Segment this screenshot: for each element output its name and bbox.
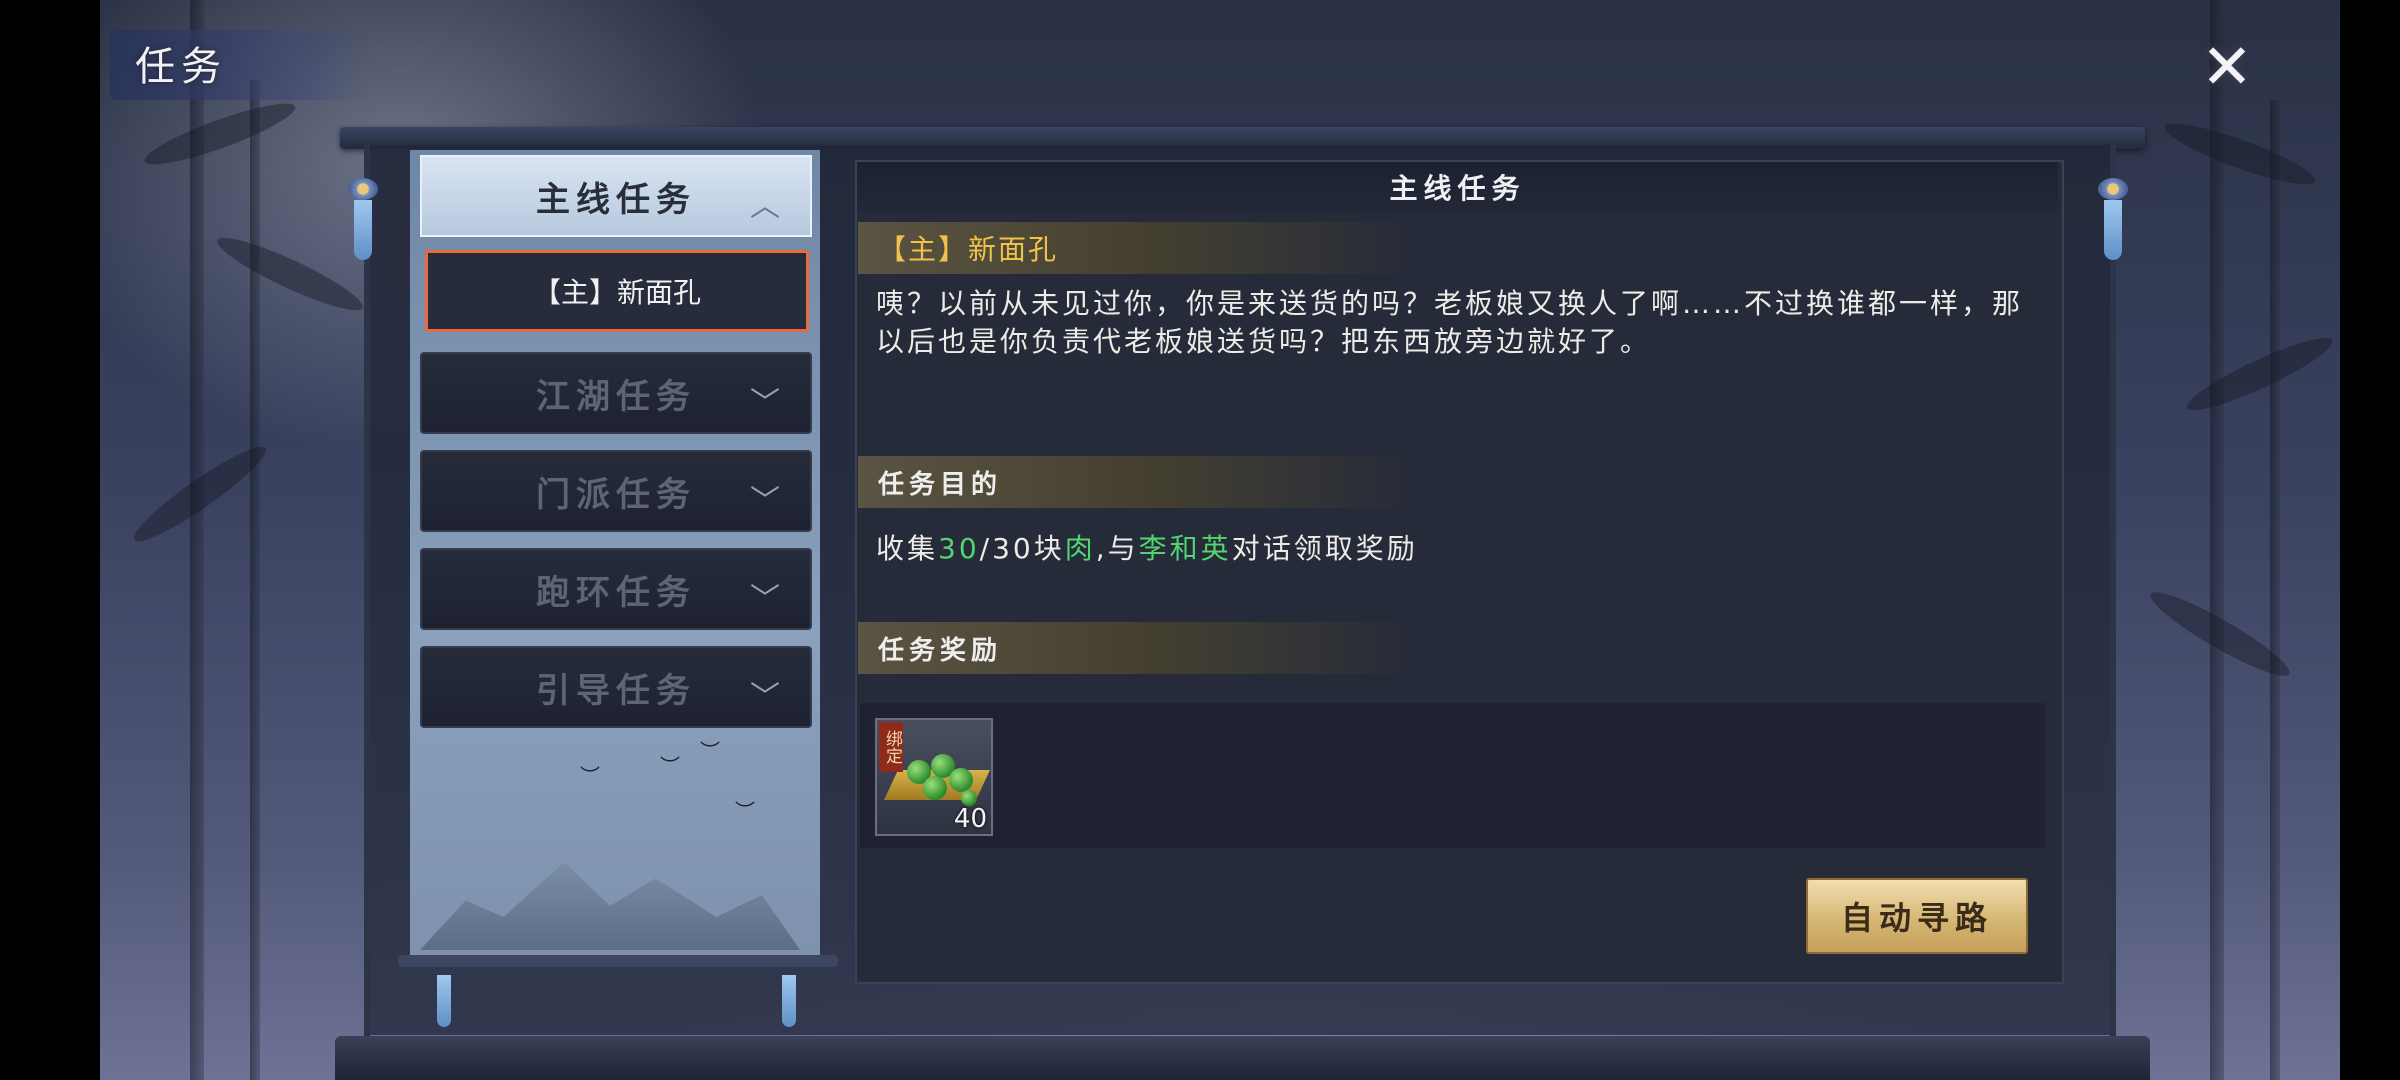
- quest-detail-panel: [855, 160, 2064, 984]
- scroll-frame-bottom: [335, 1036, 2150, 1080]
- objective-item: 肉: [1064, 532, 1096, 565]
- page-title: 任务: [135, 44, 227, 90]
- tassel-icon: [2104, 200, 2122, 260]
- chevron-down-icon: ﹀: [750, 680, 780, 715]
- tassel-icon: [354, 200, 372, 260]
- bird-icon: ︶: [700, 739, 720, 763]
- chevron-up-icon: ︿: [750, 189, 780, 224]
- scroll-rail: [398, 955, 838, 967]
- chevron-down-icon: ﹀: [750, 386, 780, 421]
- reward-heading: 任务奖励: [858, 622, 1418, 674]
- tab-label: 江湖任务: [536, 376, 696, 417]
- detail-header: 主线任务: [857, 162, 2058, 212]
- reward-area: [860, 703, 2045, 848]
- tab-label: 主线任务: [536, 179, 696, 220]
- tab-label: 跑环任务: [536, 572, 696, 613]
- quest-title: 【主】新面孔: [858, 222, 1418, 274]
- tassel-knot-icon: [2098, 178, 2128, 200]
- detail-header-title: 主线任务: [1389, 172, 1526, 205]
- tab-main-quest[interactable]: 主线任务 ︿: [420, 155, 812, 237]
- auto-pathfind-label: 自动寻路: [1840, 899, 1993, 937]
- bird-icon: ︶: [735, 799, 755, 823]
- quest-list-item-selected[interactable]: 【主】新面孔: [425, 250, 809, 332]
- tassel-knot-icon: [348, 178, 378, 200]
- bound-tag: 绑定: [879, 722, 903, 772]
- tab-label: 引导任务: [536, 670, 696, 711]
- objective-heading: 任务目的: [858, 456, 1418, 508]
- tab-jianghu-quest[interactable]: 江湖任务 ﹀: [420, 352, 812, 434]
- close-icon[interactable]: ✕: [2196, 36, 2258, 98]
- objective-progress-current: 30: [938, 532, 980, 565]
- chevron-down-icon: ﹀: [750, 582, 780, 617]
- tab-loop-quest[interactable]: 跑环任务 ﹀: [420, 548, 812, 630]
- reward-count: 40: [953, 804, 987, 834]
- tab-label: 门派任务: [536, 474, 696, 515]
- tab-guide-quest[interactable]: 引导任务 ﹀: [420, 646, 812, 728]
- tassel-icon: [782, 975, 796, 1027]
- quest-objective: 收集30/30块肉,与李和英对话领取奖励: [876, 532, 1418, 565]
- bird-icon: ︶: [660, 754, 680, 778]
- chevron-down-icon: ﹀: [750, 484, 780, 519]
- objective-npc-link[interactable]: 李和英: [1139, 532, 1232, 565]
- reward-item-slot[interactable]: 绑定 40: [875, 718, 993, 836]
- tassel-icon: [437, 975, 451, 1027]
- quest-description: 咦？以前从未见过你，你是来送货的吗？老板娘又换人了啊……不过换谁都一样，那以后也…: [876, 287, 2024, 358]
- scroll-frame-right: [2110, 145, 2116, 1045]
- objective-progress-total: 30: [992, 532, 1034, 565]
- bird-icon: ︶: [580, 764, 600, 788]
- auto-pathfind-button[interactable]: 自动寻路: [1806, 878, 2028, 954]
- tab-sect-quest[interactable]: 门派任务 ﹀: [420, 450, 812, 532]
